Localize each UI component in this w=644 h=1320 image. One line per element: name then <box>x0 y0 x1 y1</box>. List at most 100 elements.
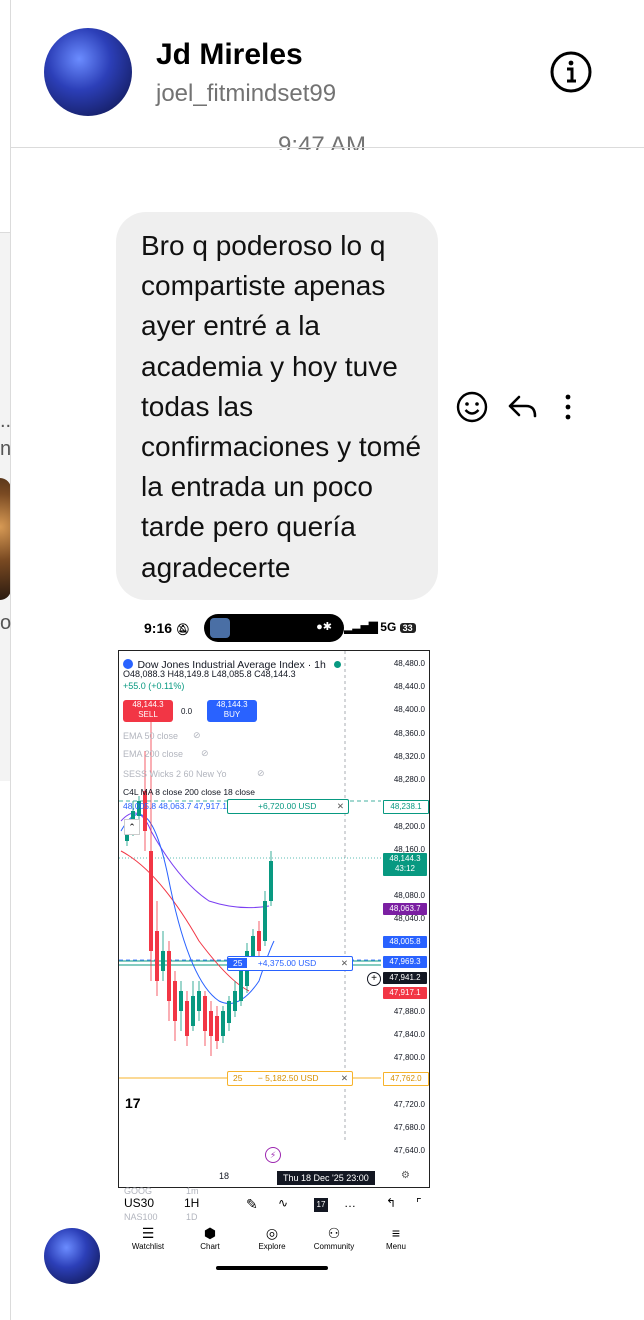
nav-explore[interactable]: ◎ Explore <box>242 1224 302 1251</box>
faded-interval: 1m <box>186 1186 199 1196</box>
settings-gear-icon[interactable]: ⚙︎ <box>401 1170 410 1181</box>
price-tag-ma8: 48,005.8 <box>383 936 427 948</box>
price-label: 48,480.0 <box>393 659 425 668</box>
header-divider <box>10 147 644 148</box>
candle-body <box>251 936 255 956</box>
price-label: 48,080.0 <box>393 891 425 900</box>
compass-icon: ◎ <box>265 1225 279 1241</box>
candle-body <box>203 996 207 1031</box>
hidden-eye-icon[interactable]: ⊘ <box>193 730 201 741</box>
pattern-tool-icon[interactable]: ∿ <box>278 1196 288 1210</box>
price-label: 48,200.0 <box>393 822 425 831</box>
price-tag-position: 48,238.1 <box>383 800 429 814</box>
undo-icon[interactable]: ↰ <box>386 1196 396 1210</box>
price-tag-ma18: 47,917.1 <box>383 987 427 999</box>
lightning-icon[interactable]: ⚡︎ <box>265 1147 281 1163</box>
collapse-chevron-icon[interactable]: ⌃ <box>124 819 140 835</box>
index-logo-icon <box>123 658 133 669</box>
indicator-c4l[interactable]: C4L MA 8 close 200 close 18 close <box>123 787 255 797</box>
left-fragment-dots: .. <box>0 410 12 432</box>
candle-body <box>161 951 165 971</box>
candle-body <box>185 1001 189 1036</box>
candle-body <box>179 991 183 1011</box>
profile-name[interactable]: Jd Mireles <box>156 38 303 72</box>
price-label: 48,440.0 <box>393 682 425 691</box>
message-text: Bro q poderoso lo q compartiste apenas a… <box>141 230 422 583</box>
battery-icon: 33 <box>399 623 416 633</box>
ticker-symbol[interactable]: US30 <box>124 1196 154 1210</box>
more-vertical-icon[interactable] <box>551 390 585 424</box>
price-label: 47,800.0 <box>393 1053 425 1062</box>
candlesticks <box>125 711 273 1056</box>
candle-body <box>269 861 273 901</box>
pen-tool-icon[interactable]: ✎ <box>246 1196 258 1213</box>
indicator-ema50[interactable]: EMA 50 close <box>123 731 178 741</box>
candle-body <box>173 981 177 1021</box>
candle-body <box>197 991 201 1011</box>
price-axis[interactable]: 48,480.0 48,440.0 48,400.0 48,360.0 48,3… <box>381 651 429 1141</box>
more-tools-icon[interactable]: … <box>344 1196 356 1210</box>
dynamic-island: ●✱ <box>204 614 344 642</box>
watchlist-icon: ☰ <box>141 1225 155 1241</box>
candle-body <box>143 791 147 831</box>
status-right: ▂▃▅▇ 5G 33 <box>344 620 416 634</box>
community-icon: ⚇ <box>327 1225 341 1241</box>
candle-body <box>221 1011 225 1036</box>
price-change: +55.0 (+0.11%) <box>123 681 185 691</box>
fullscreen-icon[interactable]: ⌜ <box>416 1196 422 1210</box>
chart-panel[interactable]: Dow Jones Industrial Average Index · 1h … <box>118 650 430 1188</box>
left-divider <box>10 0 11 1320</box>
reply-icon[interactable] <box>505 390 539 424</box>
buy-button[interactable]: 48,144.3 BUY <box>207 700 257 722</box>
menu-icon: ≡ <box>391 1225 401 1241</box>
faded-ticker: NAS100 <box>124 1212 158 1222</box>
add-alert-icon[interactable]: + <box>367 972 381 986</box>
nav-chart[interactable]: ⬢ Chart <box>180 1224 240 1251</box>
tv-tool-icon[interactable]: 17 <box>314 1198 328 1212</box>
sell-button[interactable]: 48,144.3 SELL <box>123 700 173 722</box>
candle-body <box>191 996 195 1026</box>
hidden-eye-icon[interactable]: ⊘ <box>257 768 265 779</box>
candle-body <box>233 991 237 1011</box>
info-icon[interactable] <box>549 50 593 94</box>
indicator-sess[interactable]: SESS Wicks 2 60 New Yo <box>123 769 227 779</box>
interval-selector[interactable]: 1H <box>184 1196 199 1210</box>
status-time: 9:16 🔕︎ <box>144 620 190 636</box>
candle-body <box>167 951 171 1001</box>
candle-body <box>155 931 159 981</box>
price-tag-ma200: 48,063.7 <box>383 903 427 915</box>
nav-watchlist[interactable]: ☰ Watchlist <box>118 1224 178 1251</box>
price-tag-current: 48,144.3 43:12 <box>383 853 427 876</box>
indicator-ema200[interactable]: EMA 200 close <box>123 749 183 759</box>
profile-avatar[interactable] <box>44 28 132 116</box>
shared-screenshot[interactable]: 9:16 🔕︎ ●✱ ▂▃▅▇ 5G 33 Dow Jones Industri… <box>116 604 430 1278</box>
tradingview-logo: 17 <box>125 1095 141 1111</box>
profile-handle[interactable]: joel_fitmindset99 <box>156 80 336 108</box>
position-line-2[interactable]: 25 +4,375.00 USD ✕ <box>227 956 353 971</box>
time-axis-label: 18 <box>219 1171 230 1181</box>
price-label: 47,880.0 <box>393 1007 425 1016</box>
nav-community[interactable]: ⚇ Community <box>304 1224 364 1251</box>
position-line-3[interactable]: 25 − 5,182.50 USD ✕ <box>227 1071 353 1086</box>
faded-interval: 1D <box>186 1212 198 1222</box>
candle-body <box>239 971 243 1001</box>
price-label: 48,040.0 <box>393 914 425 923</box>
price-label: 48,400.0 <box>393 705 425 714</box>
chart-icon: ⬢ <box>203 1225 217 1241</box>
position-line-1[interactable]: +6,720.00 USD ✕ <box>227 799 349 814</box>
indicator-values: 48,005.8 48,063.7 47,917.1 <box>123 801 227 811</box>
smiley-icon[interactable] <box>455 390 489 424</box>
hidden-eye-icon[interactable]: ⊘ <box>201 748 209 759</box>
candle-body <box>227 1001 231 1023</box>
price-label: 48,280.0 <box>393 775 425 784</box>
price-label: 48,320.0 <box>393 752 425 761</box>
ohlc-values: O48,088.3 H48,149.8 L48,085.8 C48,144.3 <box>123 669 296 679</box>
candle-body <box>263 901 267 941</box>
candle-body <box>209 1011 213 1036</box>
price-label: 47,640.0 <box>393 1146 425 1155</box>
crosshair-date: Thu 18 Dec '25 23:00 <box>277 1171 375 1185</box>
sender-avatar[interactable] <box>44 1228 100 1284</box>
nav-menu[interactable]: ≡ Menu <box>366 1224 426 1251</box>
market-open-dot <box>334 661 342 668</box>
candle-body <box>257 931 261 951</box>
